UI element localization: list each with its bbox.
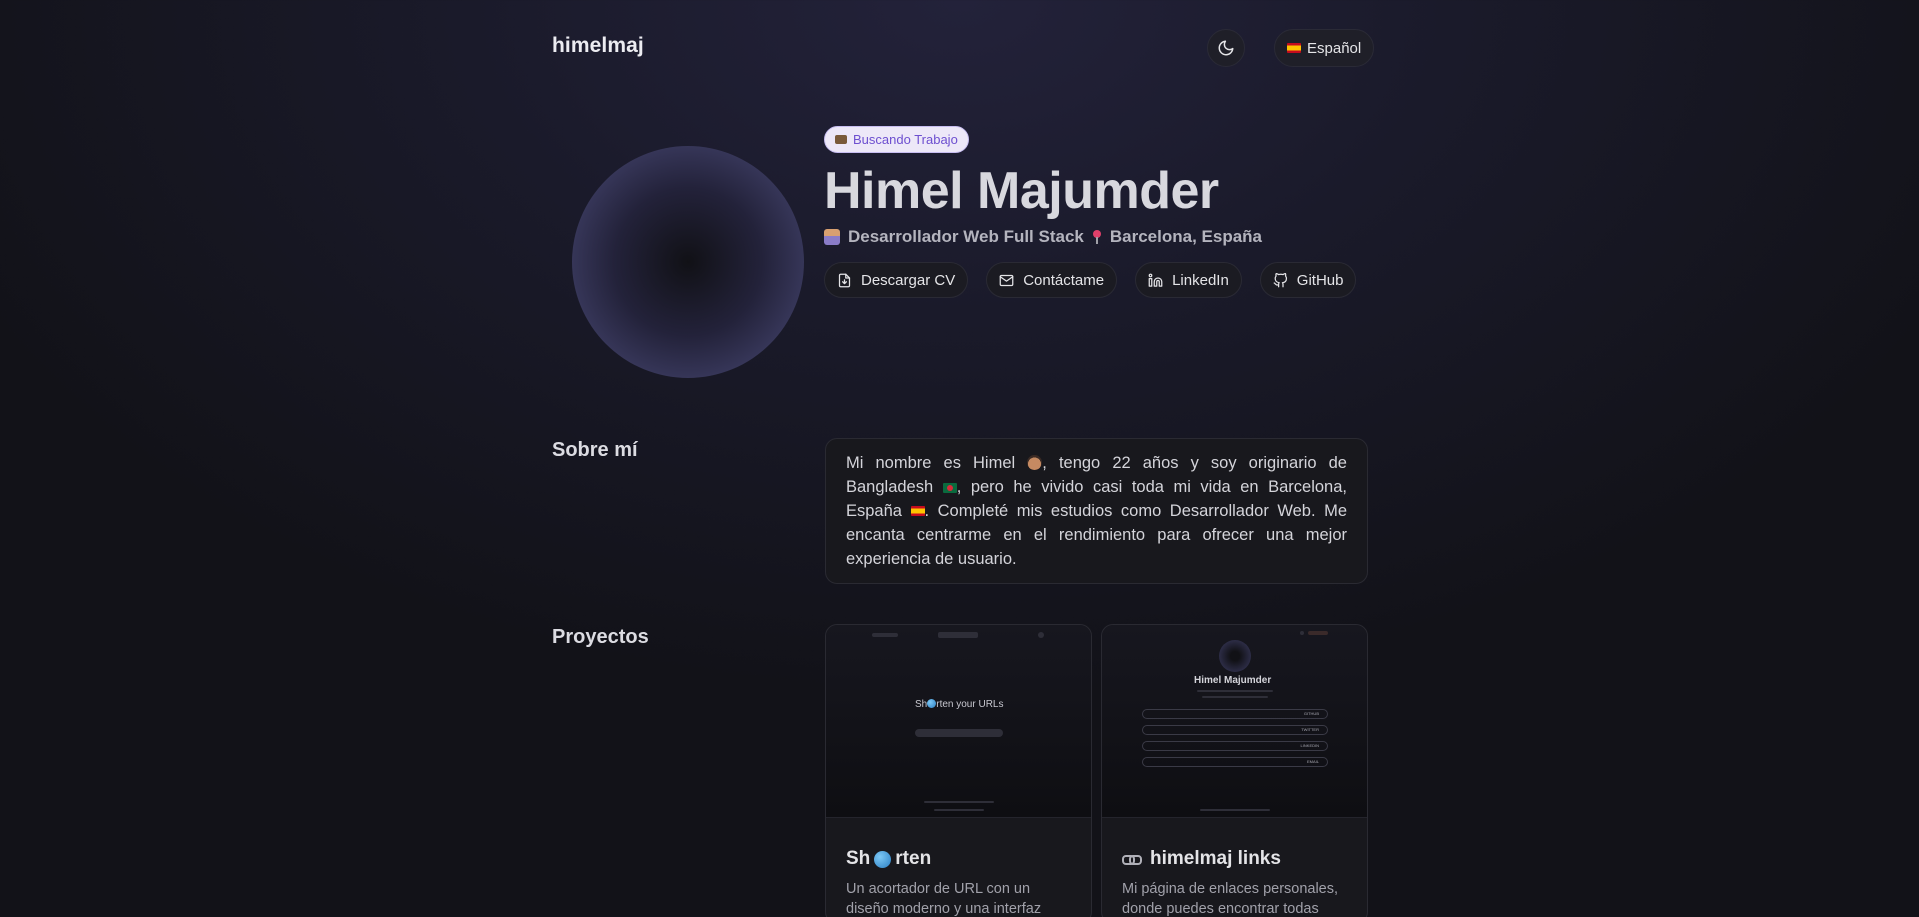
thumb-link-row: TWITTER bbox=[1142, 725, 1328, 735]
thumb-link-label: GITHUB bbox=[1303, 711, 1319, 716]
github-label: GitHub bbox=[1296, 271, 1344, 289]
thumb-link-label: LINKEDIN bbox=[1300, 743, 1319, 748]
thumb-avatar bbox=[1219, 640, 1251, 672]
thumb-footer bbox=[1200, 809, 1270, 811]
location-text: Barcelona, España bbox=[1109, 227, 1262, 246]
location-pin-icon bbox=[1092, 230, 1102, 244]
project-title-shorten: Sh rten bbox=[846, 848, 1071, 870]
thumb-link-row: EMAIL bbox=[1142, 757, 1328, 767]
thumb-headline-b: rten your URLs bbox=[936, 699, 1004, 710]
project-title-links: himelmaj links bbox=[1122, 848, 1347, 870]
thumb-role-line bbox=[1197, 690, 1273, 692]
thumb-nav-icon bbox=[1038, 632, 1044, 638]
thumb-input bbox=[915, 729, 1003, 737]
role-text: Desarrollador Web Full Stack bbox=[848, 227, 1084, 246]
thumb-link-label: TWITTER bbox=[1301, 727, 1319, 732]
spain-flag-icon bbox=[1287, 43, 1301, 53]
github-button[interactable]: GitHub bbox=[1259, 262, 1357, 298]
linkedin-icon bbox=[1148, 273, 1163, 287]
project-card-links[interactable]: Himel Majumder GITHUB TWITTER LINKEDIN E… bbox=[1101, 624, 1368, 917]
contact-label: Contáctame bbox=[1023, 271, 1105, 289]
about-section-title: Sobre mí bbox=[552, 439, 638, 461]
thumb-link-label: EMAIL bbox=[1306, 759, 1319, 764]
language-select-button[interactable]: Español bbox=[1274, 29, 1375, 67]
download-cv-label: Descargar CV bbox=[861, 271, 956, 289]
file-download-icon bbox=[838, 273, 851, 287]
role-line: Desarrollador Web Full Stack Barcelona, … bbox=[824, 227, 1368, 247]
developer-icon bbox=[824, 229, 840, 245]
hero-section: Buscando Trabajo Himel Majumder Desarrol… bbox=[824, 126, 1368, 298]
thumb-location-line bbox=[1202, 696, 1268, 698]
avatar bbox=[572, 146, 804, 378]
thumb-footer-links bbox=[924, 801, 994, 803]
person-emoji-icon bbox=[1027, 455, 1043, 470]
page-title: Himel Majumder bbox=[824, 162, 1219, 220]
thumb-link-row: GITHUB bbox=[1142, 709, 1328, 719]
about-card: Mi nombre es Himel , tengo 22 años y soy… bbox=[825, 438, 1368, 584]
language-label: Español bbox=[1307, 39, 1362, 57]
project-thumbnail-links: Himel Majumder GITHUB TWITTER LINKEDIN E… bbox=[1102, 625, 1367, 818]
site-header: himelmaj Español bbox=[552, 28, 1375, 68]
github-icon bbox=[1273, 272, 1287, 287]
thumb-nav-logo bbox=[872, 633, 898, 637]
project-title-part-b: rten bbox=[895, 848, 932, 869]
thumb-lang-button bbox=[1308, 631, 1328, 635]
project-desc-links: Mi página de enlaces personales, donde p… bbox=[1122, 881, 1339, 917]
status-badge-label: Buscando Trabajo bbox=[853, 132, 958, 147]
spain-flag-icon bbox=[910, 506, 925, 516]
projects-section-title: Proyectos bbox=[552, 626, 649, 648]
about-text-1: Mi nombre es Himel bbox=[846, 454, 1016, 472]
project-title-part-a: Sh bbox=[846, 848, 871, 869]
project-thumbnail-shorten: Sh rten your URLs bbox=[826, 625, 1091, 818]
thumb-headline-a: Sh bbox=[915, 699, 928, 710]
linkedin-label: LinkedIn bbox=[1172, 271, 1229, 289]
brand-logo[interactable]: himelmaj bbox=[552, 34, 644, 58]
theme-toggle-button[interactable] bbox=[1207, 29, 1245, 67]
thumb-name: Himel Majumder bbox=[1194, 675, 1272, 686]
globe-icon bbox=[874, 850, 892, 868]
thumb-link-row: LINKEDIN bbox=[1142, 741, 1328, 751]
link-icon bbox=[1122, 853, 1142, 865]
project-title-links-label: himelmaj links bbox=[1150, 848, 1281, 869]
contact-button[interactable]: Contáctame bbox=[986, 262, 1118, 298]
hero-actions: Descargar CV Contáctame LinkedIn GitHub bbox=[824, 262, 1368, 298]
briefcase-icon bbox=[835, 135, 847, 144]
mail-icon bbox=[999, 274, 1014, 286]
status-badge: Buscando Trabajo bbox=[824, 126, 969, 153]
thumb-theme-icon bbox=[1300, 631, 1304, 635]
thumb-headline: Sh rten your URLs bbox=[915, 699, 1003, 710]
project-card-shorten[interactable]: Sh rten your URLs Sh rten Un acortador de… bbox=[825, 624, 1092, 917]
linkedin-button[interactable]: LinkedIn bbox=[1135, 262, 1242, 298]
moon-icon bbox=[1218, 40, 1234, 56]
thumb-nav-badge bbox=[938, 632, 978, 638]
download-cv-button[interactable]: Descargar CV bbox=[824, 262, 969, 298]
bangladesh-flag-icon bbox=[942, 483, 957, 493]
globe-icon bbox=[927, 699, 937, 708]
thumb-footer-copyright bbox=[934, 809, 984, 811]
project-desc-shorten: Un acortador de URL con un diseño modern… bbox=[846, 881, 1042, 917]
